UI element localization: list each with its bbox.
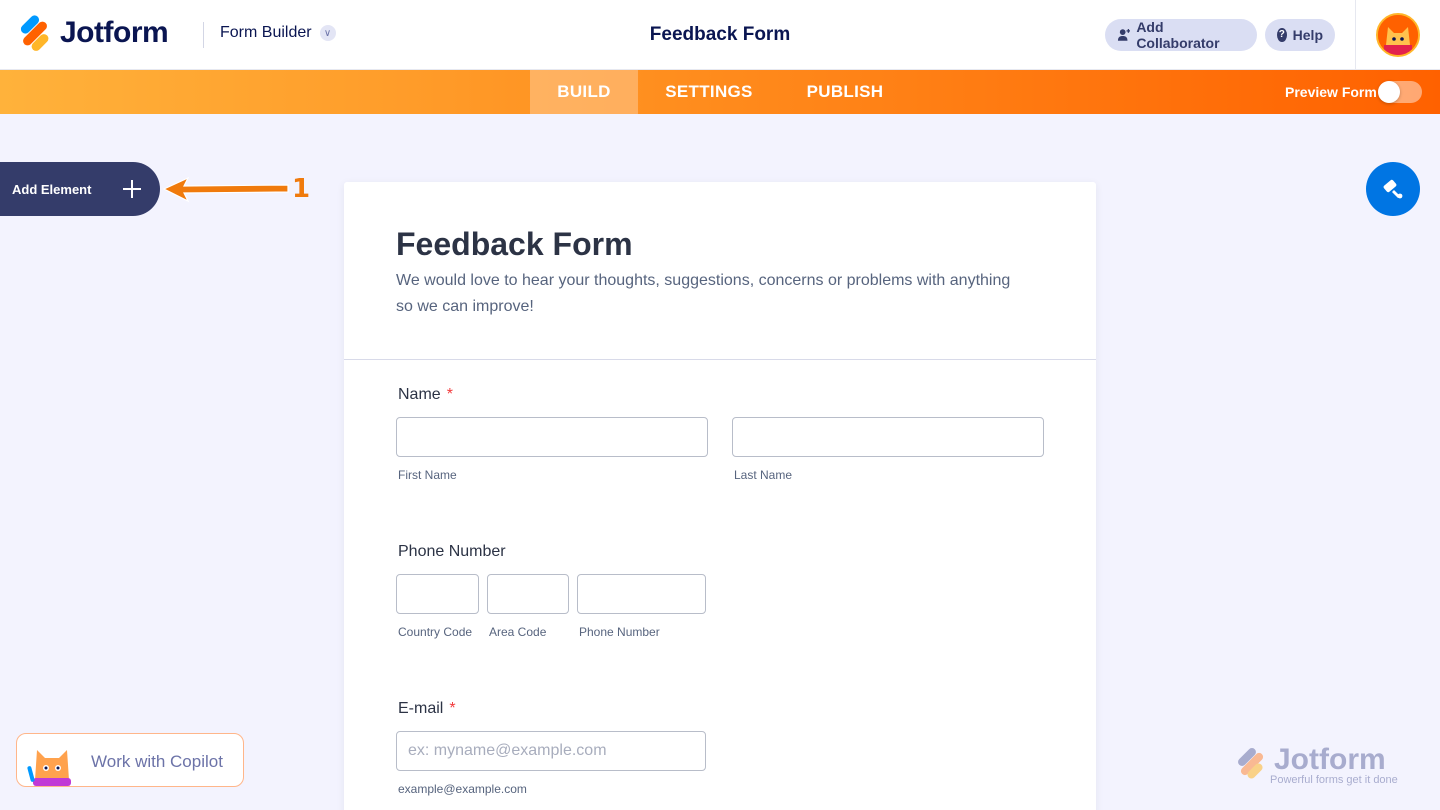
area-code-input[interactable] [487,574,569,614]
copilot-cat-icon [27,750,71,786]
area-code-sublabel: Area Code [489,625,547,639]
header-divider-right [1355,0,1356,70]
jotform-watermark-icon [1238,748,1264,779]
toggle-knob [1378,81,1400,103]
email-question-label[interactable]: E-mail * [398,700,456,718]
add-collaborator-button[interactable]: Add Collaborator [1105,19,1257,51]
chevron-down-icon: ∨ [319,25,336,41]
email-input[interactable]: ex: myname@example.com [396,731,706,771]
first-name-sublabel: First Name [398,468,457,482]
required-mark: * [446,386,453,403]
email-label: E-mail [398,700,444,717]
last-name-input[interactable] [732,417,1044,457]
help-button[interactable]: ? Help [1265,19,1335,51]
top-header: Jotform Form Builder ∨ Feedback Form Add… [0,0,1440,70]
jotform-logo-icon [18,13,51,53]
phone-number-input[interactable] [577,574,706,614]
country-code-input[interactable] [396,574,479,614]
paint-roller-icon [1383,179,1403,199]
add-element-label: Add Element [12,181,92,197]
jotform-logo[interactable]: Jotform [18,13,169,53]
phone-number-sublabel: Phone Number [579,625,660,639]
watermark-tagline: Powerful forms get it done [1270,774,1398,786]
name-label: Name [398,386,441,403]
add-user-icon [1117,29,1131,41]
preview-form-label: Preview Form [1285,84,1377,100]
name-question-label[interactable]: Name * [398,386,453,404]
annotation-number: 1 [292,174,311,204]
jotform-watermark: Jotform Powerful forms get it done [1234,743,1414,789]
form-title[interactable]: Feedback Form [396,226,633,263]
add-collaborator-label: Add Collaborator [1136,19,1220,51]
builder-navbar: BUILD SETTINGS PUBLISH Preview Form [0,70,1440,114]
tab-settings[interactable]: SETTINGS [638,70,780,114]
copilot-label: Work with Copilot [91,752,223,771]
country-code-sublabel: Country Code [398,625,473,639]
form-builder-label: Form Builder [220,24,312,41]
required-mark: * [449,700,456,717]
tab-build[interactable]: BUILD [530,70,638,114]
form-designer-button[interactable] [1366,162,1420,216]
plus-icon [123,180,141,198]
watermark-text: Jotform [1274,743,1386,776]
form-builder-dropdown[interactable]: Form Builder ∨ [220,24,336,42]
tab-publish[interactable]: PUBLISH [780,70,910,114]
last-name-sublabel: Last Name [734,468,793,482]
header-divider [203,22,204,48]
annotation-arrow [162,176,289,203]
document-title[interactable]: Feedback Form [650,24,790,45]
add-element-button[interactable]: Add Element [0,162,160,216]
email-sublabel: example@example.com [398,782,527,796]
avatar[interactable] [1376,13,1420,57]
form-subtitle[interactable]: We would love to hear your thoughts, sug… [396,268,1016,320]
question-icon: ? [1277,28,1287,42]
copilot-button[interactable]: Work with Copilot [16,733,244,787]
avatar-cat-icon [1378,15,1418,55]
first-name-input[interactable] [396,417,708,457]
logo-text: Jotform [60,16,169,49]
email-placeholder: ex: myname@example.com [408,742,607,759]
help-label: Help [1292,27,1323,43]
phone-question-label[interactable]: Phone Number [398,543,506,561]
preview-form-toggle[interactable] [1378,81,1422,103]
form-header[interactable]: Feedback Form We would love to hear your… [344,182,1096,360]
form-card: Feedback Form We would love to hear your… [344,182,1096,810]
